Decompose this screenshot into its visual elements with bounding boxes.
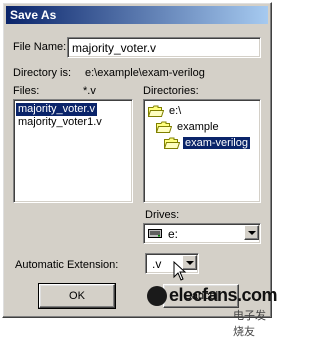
file-name-label: File Name: bbox=[13, 41, 67, 53]
directory-label: Directory is: bbox=[13, 67, 72, 79]
directory-item-label: e:\ bbox=[169, 105, 182, 117]
files-list[interactable]: majority_voter.v majority_voter1.v bbox=[13, 99, 133, 203]
file-name-field[interactable]: majority_voter.v bbox=[67, 37, 261, 58]
open-folder-icon bbox=[155, 121, 173, 133]
drives-label: Drives: bbox=[145, 209, 180, 221]
drives-value: e: bbox=[168, 227, 179, 241]
watermark-subtext: 电子发烧友 bbox=[233, 309, 266, 338]
directory-path: e:\example\exam-verilog bbox=[85, 67, 205, 79]
directories-label: Directories: bbox=[143, 85, 199, 97]
open-folder-icon bbox=[147, 105, 165, 117]
file-list-item[interactable]: majority_voter1.v bbox=[16, 116, 104, 129]
directories-list[interactable]: e:\ example exam-verilog bbox=[143, 99, 261, 203]
drives-dropdown-button[interactable] bbox=[244, 225, 259, 240]
drives-select[interactable]: e: bbox=[143, 223, 261, 244]
directory-item-label: example bbox=[177, 121, 219, 133]
file-list-item[interactable]: majority_voter.v bbox=[16, 103, 98, 116]
watermark-text: elecfans.com bbox=[169, 285, 278, 305]
automatic-extension-value: .v bbox=[152, 257, 162, 271]
elecfans-logo-icon bbox=[147, 286, 167, 306]
mouse-cursor-icon bbox=[173, 260, 187, 284]
open-folder-icon bbox=[163, 137, 181, 149]
chevron-down-icon bbox=[247, 230, 256, 235]
drive-icon bbox=[148, 229, 162, 241]
directory-item-label: exam-verilog bbox=[183, 137, 250, 149]
directory-item[interactable]: exam-verilog bbox=[163, 135, 250, 151]
files-filter: *.v bbox=[83, 85, 96, 97]
file-name-value: majority_voter.v bbox=[72, 41, 157, 55]
title-bar[interactable]: Save As bbox=[6, 6, 268, 24]
directory-item[interactable]: example bbox=[155, 119, 221, 135]
files-label: Files: bbox=[13, 85, 40, 97]
automatic-extension-label: Automatic Extension: bbox=[15, 259, 119, 271]
window-title: Save As bbox=[10, 8, 57, 22]
save-as-dialog: Save As File Name: majority_voter.v Dire… bbox=[2, 2, 272, 318]
ok-button[interactable]: OK bbox=[38, 283, 116, 309]
watermark-logo: elecfans.com 电子发烧友 bbox=[147, 284, 278, 338]
automatic-extension-select[interactable]: .v bbox=[145, 253, 199, 274]
directory-item[interactable]: e:\ bbox=[147, 103, 183, 119]
